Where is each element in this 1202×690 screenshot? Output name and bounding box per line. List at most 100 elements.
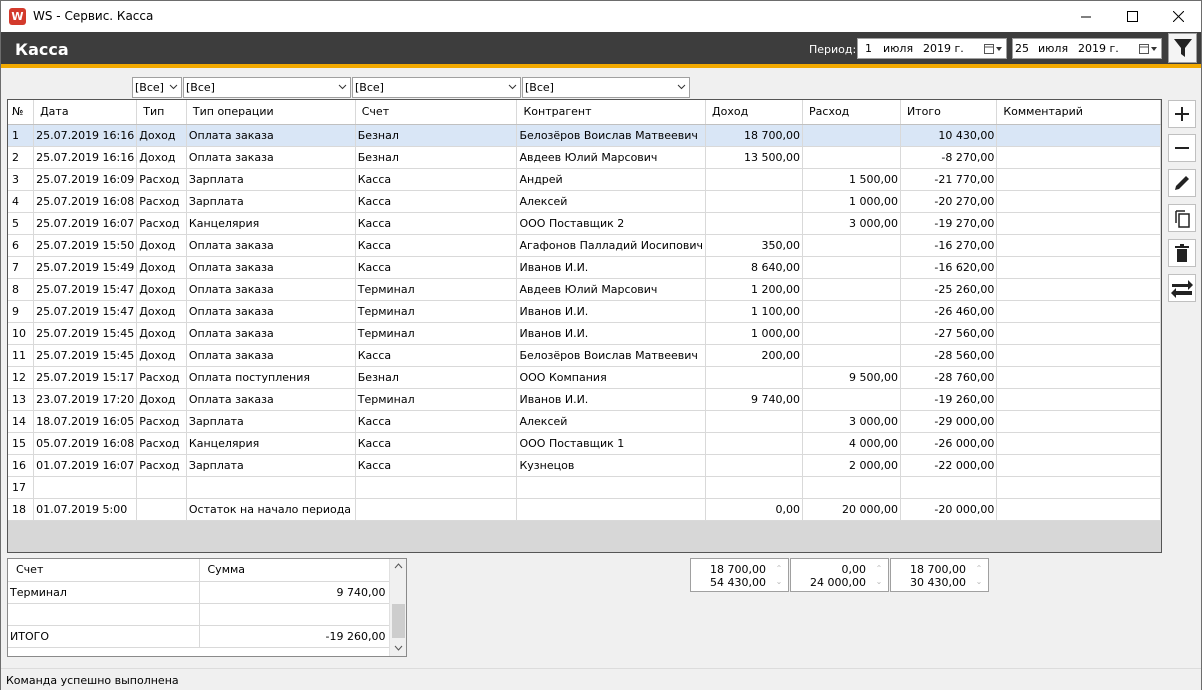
cell-total[interactable]: -26 460,00 <box>900 300 998 323</box>
cell-date[interactable]: 25.07.2019 15:17 <box>33 366 138 389</box>
table-row[interactable]: 3 25.07.2019 16:09 Расход Зарплата Касса Андр… <box>8 168 1161 191</box>
cell-date[interactable]: 25.07.2019 15:50 <box>33 234 138 257</box>
cell-number[interactable]: 14 <box>8 410 35 433</box>
cell-expense[interactable] <box>802 344 901 367</box>
cell-total[interactable] <box>900 476 998 499</box>
column-header-comment[interactable]: Комментарий <box>996 100 1161 125</box>
cell-expense[interactable] <box>802 300 901 323</box>
cell-income[interactable]: 1 000,00 <box>705 322 804 345</box>
cell-total[interactable]: -26 000,00 <box>900 432 998 455</box>
column-header-account[interactable]: Счет <box>355 100 518 125</box>
cell-operation-type[interactable]: Остаток на начало периода <box>186 498 356 521</box>
cell-total[interactable]: -19 260,00 <box>900 388 998 411</box>
cell-number[interactable]: 17 <box>8 476 35 499</box>
column-header-total[interactable]: Итого <box>900 100 998 125</box>
cell-total[interactable]: -22 000,00 <box>900 454 998 477</box>
cell-operation-type[interactable]: Оплата заказа <box>186 234 356 257</box>
column-header-counterparty[interactable]: Контрагент <box>516 100 706 125</box>
cell-type[interactable]: Доход <box>136 256 187 279</box>
cell-income[interactable] <box>705 476 804 499</box>
cell-income[interactable]: 9 740,00 <box>705 388 804 411</box>
cell-comment[interactable] <box>996 256 1161 279</box>
cell-comment[interactable] <box>996 498 1161 521</box>
cell-income[interactable]: 1 200,00 <box>705 278 804 301</box>
cell-number[interactable]: 7 <box>8 256 35 279</box>
table-row[interactable]: 1 25.07.2019 16:16 Доход Оплата заказа Безна… <box>8 124 1161 147</box>
cell-type[interactable]: Доход <box>136 300 187 323</box>
cell-operation-type[interactable]: Оплата заказа <box>186 256 356 279</box>
cell-account[interactable]: Касса <box>355 256 518 279</box>
cell-total[interactable]: -25 260,00 <box>900 278 998 301</box>
cell-number[interactable]: 4 <box>8 190 35 213</box>
cell-counterparty[interactable]: Авдеев Юлий Марсович <box>516 278 706 301</box>
cell-date[interactable]: 25.07.2019 15:45 <box>33 344 138 367</box>
cell-date[interactable]: 25.07.2019 16:07 <box>33 212 138 235</box>
cell-account[interactable]: Касса <box>355 344 518 367</box>
cell-date[interactable]: 01.07.2019 5:00 <box>33 498 138 521</box>
filter-account[interactable]: [Все] <box>352 77 521 98</box>
cell-account[interactable]: Касса <box>355 190 518 213</box>
cell-expense[interactable]: 1 500,00 <box>802 168 901 191</box>
column-header-date[interactable]: Дата <box>33 100 138 125</box>
cell-date[interactable]: 25.07.2019 16:09 <box>33 168 138 191</box>
table-row[interactable]: 14 18.07.2019 16:05 Расход Зарплата Касса Але… <box>8 410 1161 433</box>
cell-type[interactable]: Расход <box>136 410 187 433</box>
filter-type[interactable]: [Все] <box>132 77 182 98</box>
cell-date[interactable]: 01.07.2019 16:07 <box>33 454 138 477</box>
cell-number[interactable]: 16 <box>8 454 35 477</box>
cell-income[interactable]: 13 500,00 <box>705 146 804 169</box>
cell-operation-type[interactable] <box>186 476 356 499</box>
cell-income[interactable] <box>705 366 804 389</box>
cell-type[interactable] <box>136 476 187 499</box>
cell-operation-type[interactable]: Канцелярия <box>186 212 356 235</box>
summary-header-account[interactable]: Счет <box>8 559 200 582</box>
table-row[interactable]: 11 25.07.2019 15:45 Доход Оплата заказа Касс… <box>8 344 1161 367</box>
cell-account[interactable]: Касса <box>355 212 518 235</box>
cell-operation-type[interactable]: Зарплата <box>186 454 356 477</box>
cell-counterparty[interactable]: Иванов И.И. <box>516 300 706 323</box>
cell-income[interactable]: 8 640,00 <box>705 256 804 279</box>
close-button[interactable] <box>1155 1 1201 32</box>
cell-total[interactable]: -29 000,00 <box>900 410 998 433</box>
cell-number[interactable]: 11 <box>8 344 35 367</box>
cell-date[interactable]: 23.07.2019 17:20 <box>33 388 138 411</box>
column-header-expense[interactable]: Расход <box>802 100 901 125</box>
cell-comment[interactable] <box>996 432 1161 455</box>
cell-counterparty[interactable]: ООО Поставщик 2 <box>516 212 706 235</box>
cell-number[interactable]: 9 <box>8 300 35 323</box>
cell-account[interactable]: Терминал <box>355 278 518 301</box>
cell-date[interactable]: 05.07.2019 16:08 <box>33 432 138 455</box>
cell-counterparty[interactable]: Иванов И.И. <box>516 388 706 411</box>
cell-expense[interactable] <box>802 322 901 345</box>
summary-header-amount[interactable]: Сумма <box>199 559 391 582</box>
cell-number[interactable]: 13 <box>8 388 35 411</box>
cell-counterparty[interactable]: Кузнецов <box>516 454 706 477</box>
cell-date[interactable]: 25.07.2019 15:49 <box>33 256 138 279</box>
cell-expense[interactable]: 20 000,00 <box>802 498 901 521</box>
cell-counterparty[interactable] <box>516 476 706 499</box>
table-row[interactable]: 8 25.07.2019 15:47 Доход Оплата заказа Терми… <box>8 278 1161 301</box>
cell-total[interactable]: -28 560,00 <box>900 344 998 367</box>
cell-total[interactable]: -16 270,00 <box>900 234 998 257</box>
cell-total[interactable]: 10 430,00 <box>900 124 998 147</box>
cell-date[interactable]: 18.07.2019 16:05 <box>33 410 138 433</box>
cell-type[interactable]: Расход <box>136 454 187 477</box>
table-row[interactable]: 15 05.07.2019 16:08 Расход Канцелярия Касса О… <box>8 432 1161 455</box>
cell-account[interactable] <box>355 498 518 521</box>
cell-total[interactable]: -20 000,00 <box>900 498 998 521</box>
cell-operation-type[interactable]: Оплата заказа <box>186 322 356 345</box>
cell-type[interactable]: Доход <box>136 322 187 345</box>
apply-filter-button[interactable] <box>1168 33 1197 63</box>
cell-income[interactable]: 350,00 <box>705 234 804 257</box>
calendar-dropdown-icon[interactable] <box>984 42 1003 55</box>
cell-expense[interactable] <box>802 234 901 257</box>
cell-type[interactable]: Расход <box>136 168 187 191</box>
chevron-down-icon[interactable] <box>394 645 403 651</box>
cell-comment[interactable] <box>996 146 1161 169</box>
cell-operation-type[interactable]: Оплата заказа <box>186 344 356 367</box>
cell-expense[interactable]: 3 000,00 <box>802 410 901 433</box>
cell-operation-type[interactable]: Оплата поступления <box>186 366 356 389</box>
cell-comment[interactable] <box>996 388 1161 411</box>
cell-counterparty[interactable]: Авдеев Юлий Марсович <box>516 146 706 169</box>
cell-date[interactable]: 25.07.2019 15:45 <box>33 322 138 345</box>
